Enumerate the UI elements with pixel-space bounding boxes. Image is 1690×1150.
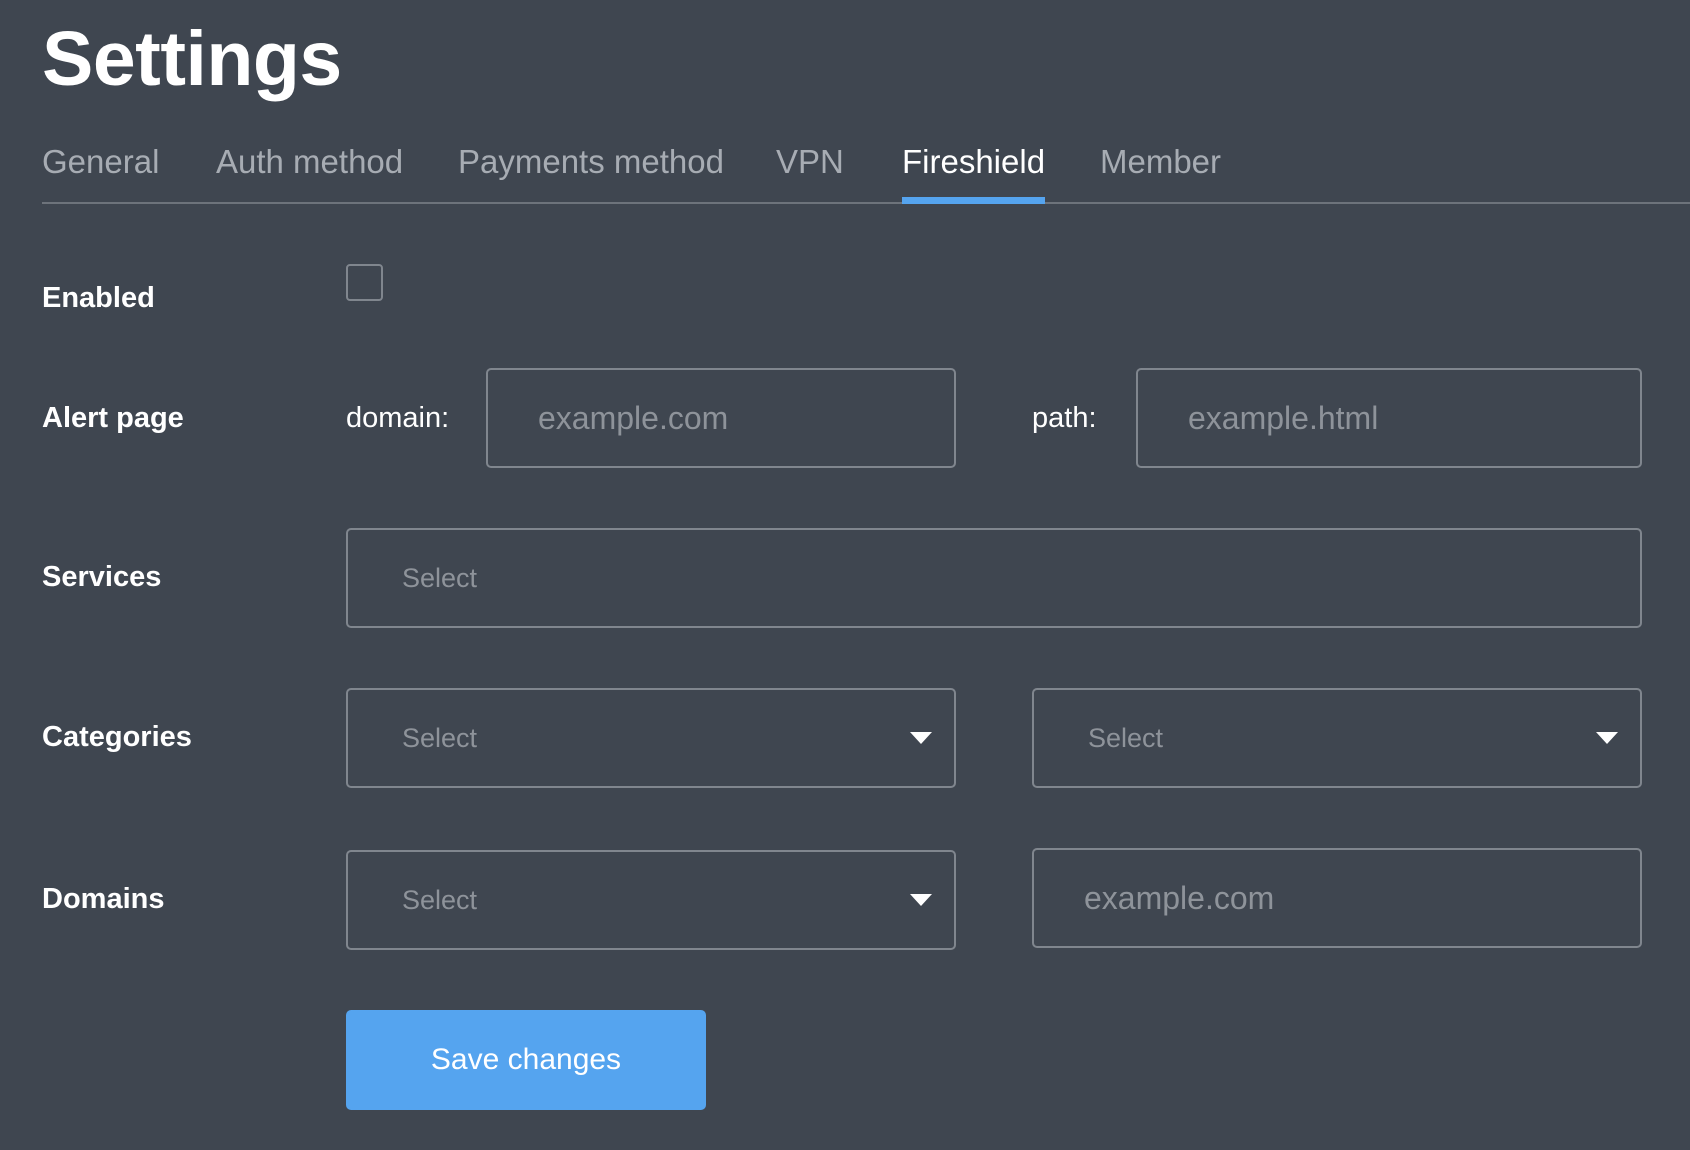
- services-select[interactable]: Select: [346, 528, 1642, 628]
- alert-domain-input[interactable]: [486, 368, 956, 468]
- services-label: Services: [42, 561, 162, 593]
- path-label: path:: [1032, 402, 1097, 434]
- enabled-label: Enabled: [42, 282, 155, 314]
- chevron-down-icon: [910, 732, 932, 744]
- categories-select-primary[interactable]: Select: [346, 688, 956, 788]
- services-select-placeholder: Select: [402, 562, 478, 593]
- categories-select-primary-placeholder: Select: [402, 722, 478, 753]
- domains-label: Domains: [42, 883, 165, 915]
- domains-input[interactable]: [1032, 848, 1642, 948]
- chevron-down-icon: [910, 894, 932, 906]
- alert-path-input[interactable]: [1136, 368, 1642, 468]
- tab-vpn[interactable]: VPN: [776, 140, 844, 202]
- page-title: Settings: [42, 16, 342, 102]
- categories-select-secondary[interactable]: Select: [1032, 688, 1642, 788]
- settings-tabs: General Auth method Payments method VPN …: [42, 140, 1690, 204]
- domains-select[interactable]: Select: [346, 850, 956, 950]
- tab-member[interactable]: Member: [1100, 140, 1221, 202]
- chevron-down-icon: [1596, 732, 1618, 744]
- tab-payments-method[interactable]: Payments method: [458, 140, 724, 202]
- tab-general[interactable]: General: [42, 140, 159, 202]
- tab-auth-method[interactable]: Auth method: [216, 140, 403, 202]
- alert-page-label: Alert page: [42, 402, 184, 434]
- categories-select-secondary-placeholder: Select: [1088, 722, 1164, 753]
- categories-label: Categories: [42, 721, 192, 753]
- tab-fireshield[interactable]: Fireshield: [902, 140, 1046, 204]
- save-changes-button[interactable]: Save changes: [346, 1010, 706, 1110]
- domain-label: domain:: [346, 402, 450, 434]
- enabled-checkbox[interactable]: [346, 264, 383, 301]
- domains-select-placeholder: Select: [402, 884, 478, 915]
